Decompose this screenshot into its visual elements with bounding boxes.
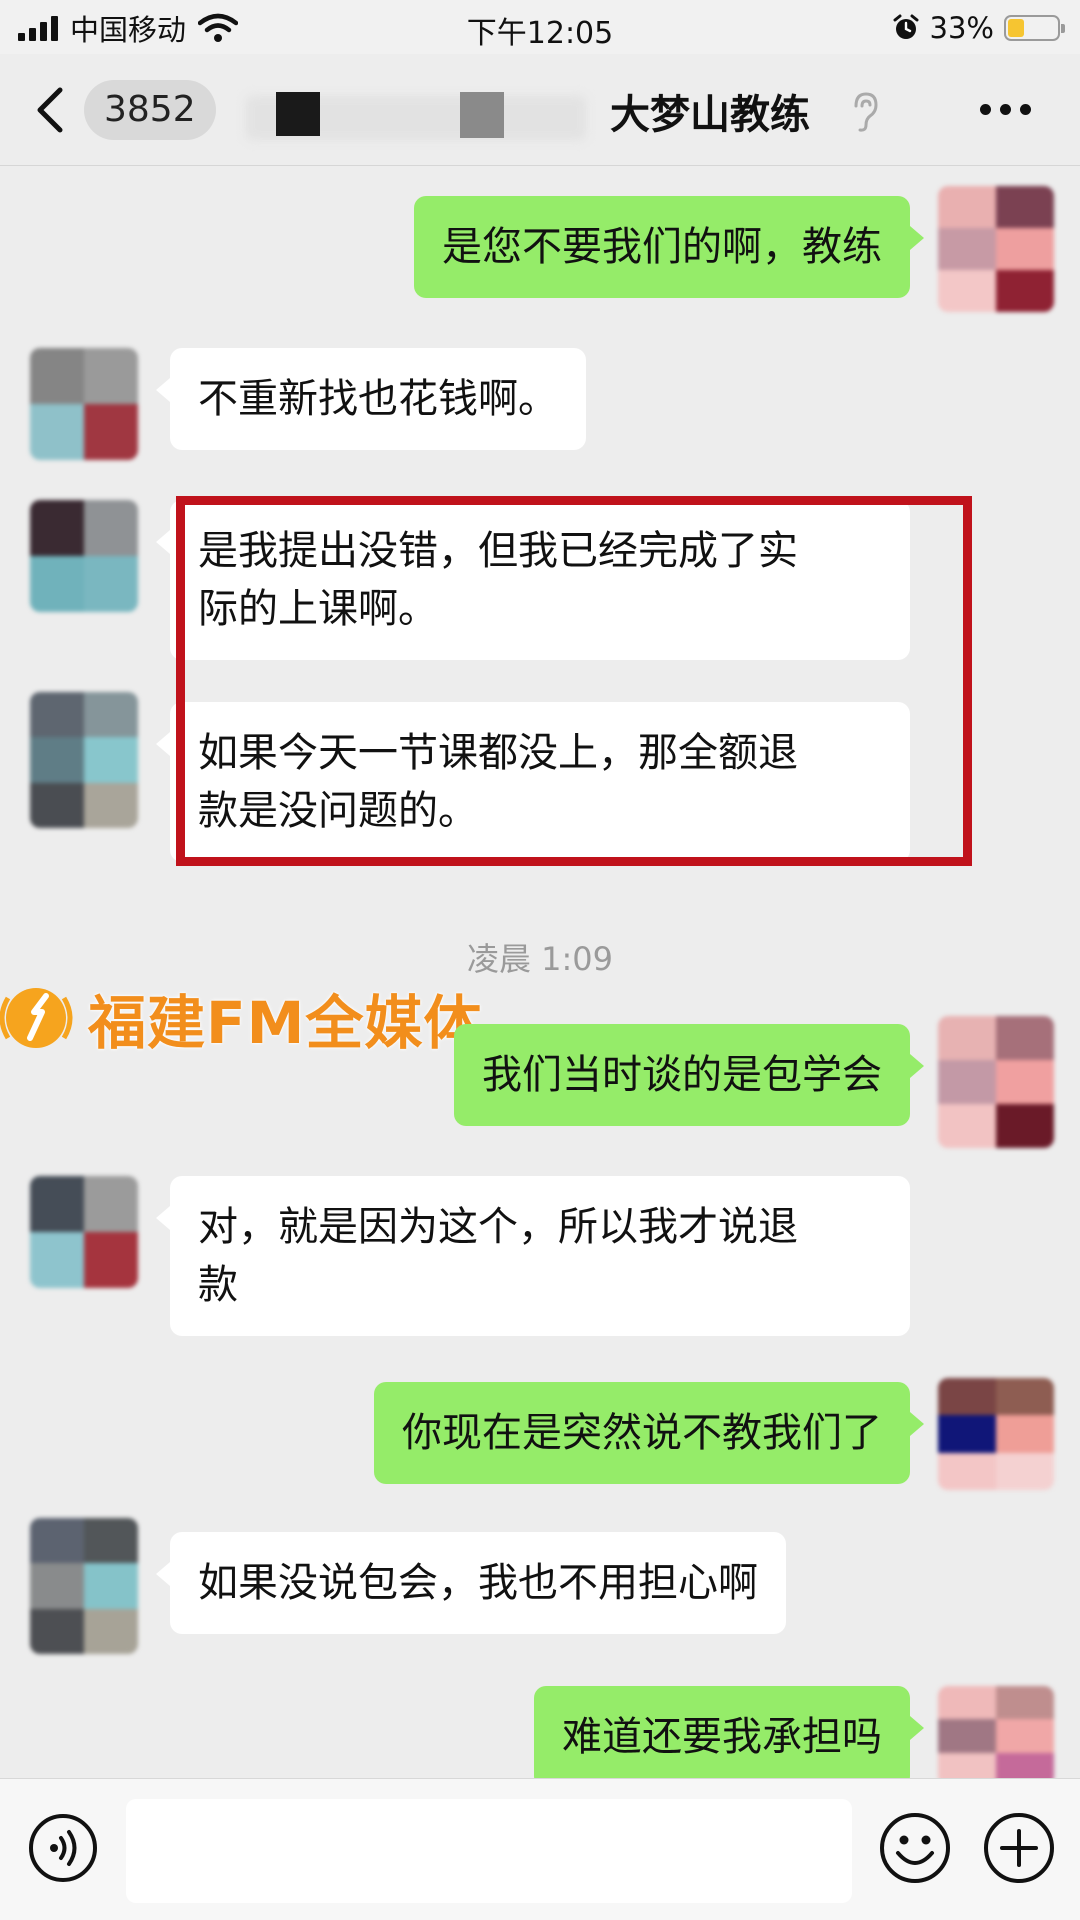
avatar-contact[interactable]	[30, 348, 138, 460]
message-text-line: 款	[198, 1262, 238, 1308]
more-options-button[interactable]	[980, 104, 1032, 120]
message-text: 我们当时谈的是包学会	[482, 1052, 882, 1098]
watermark-text: 福建FM全媒体	[88, 989, 483, 1057]
broadcast-logo-icon	[0, 988, 73, 1048]
message-bubble-incoming[interactable]: 如果今天一节课都没上，那全额退 款是没问题的。	[156, 702, 910, 862]
message-bubble-outgoing[interactable]: 难道还要我承担吗	[534, 1686, 924, 1788]
message-bubble-incoming[interactable]: 对，就是因为这个，所以我才说退 款	[156, 1176, 910, 1336]
battery-percent: 33%	[929, 11, 994, 45]
status-right: 33%	[892, 8, 1065, 48]
message-input[interactable]	[126, 1799, 852, 1903]
message-text-line: 是我提出没错，但我已经完成了实	[198, 528, 798, 574]
message-bubble-incoming[interactable]: 如果没说包会，我也不用担心啊	[156, 1532, 786, 1634]
dot	[980, 104, 991, 115]
unread-count-badge[interactable]: 3852	[84, 80, 216, 140]
message-text: 是您不要我们的啊，教练	[442, 224, 882, 270]
battery-fill	[1008, 19, 1024, 37]
avatar-contact[interactable]	[30, 1518, 138, 1654]
avatar-contact[interactable]	[30, 500, 138, 612]
dot	[1000, 104, 1011, 115]
watermark: 福建FM全媒体	[0, 968, 482, 1068]
avatar-contact[interactable]	[30, 692, 138, 828]
avatar-self[interactable]	[938, 1378, 1054, 1490]
message-bubble-outgoing[interactable]: 是您不要我们的啊，教练	[414, 196, 924, 298]
avatar-contact[interactable]	[30, 1176, 138, 1288]
message-text: 你现在是突然说不教我们了	[402, 1410, 882, 1456]
message-text-line: 对，就是因为这个，所以我才说退	[198, 1204, 798, 1250]
message-bubble-incoming[interactable]: 是我提出没错，但我已经完成了实 际的上课啊。	[156, 500, 910, 660]
redacted-block	[460, 92, 504, 138]
ear-icon	[854, 92, 878, 132]
battery-icon	[1004, 15, 1065, 41]
redacted-block	[276, 92, 320, 136]
dot	[1020, 104, 1031, 115]
avatar-self[interactable]	[938, 186, 1054, 312]
chat-header: 3852 大梦山教练	[0, 54, 1080, 166]
plus-icon[interactable]	[982, 1811, 1056, 1885]
input-bar	[0, 1778, 1080, 1920]
message-bubble-outgoing[interactable]: 你现在是突然说不教我们了	[374, 1382, 924, 1484]
message-text-line: 际的上课啊。	[198, 586, 438, 632]
message-text: 难道还要我承担吗	[562, 1714, 882, 1760]
status-bar: 中国移动 下午12:05 33%	[0, 0, 1080, 54]
message-text-line: 如果今天一节课都没上，那全额退	[198, 730, 798, 776]
avatar-self[interactable]	[938, 1686, 1054, 1786]
voice-icon[interactable]	[28, 1813, 98, 1883]
message-text: 不重新找也花钱啊。	[198, 376, 558, 422]
chat-title: 大梦山教练	[610, 92, 810, 138]
emoji-icon[interactable]	[878, 1811, 952, 1885]
message-text: 如果没说包会，我也不用担心啊	[198, 1560, 758, 1606]
avatar-self[interactable]	[938, 1016, 1054, 1148]
message-bubble-incoming[interactable]: 不重新找也花钱啊。	[156, 348, 586, 450]
chevron-left-icon[interactable]	[30, 84, 74, 136]
alarm-icon	[893, 14, 919, 39]
message-bubble-outgoing[interactable]: 我们当时谈的是包学会	[454, 1024, 924, 1126]
message-text-line: 款是没问题的。	[198, 788, 478, 834]
